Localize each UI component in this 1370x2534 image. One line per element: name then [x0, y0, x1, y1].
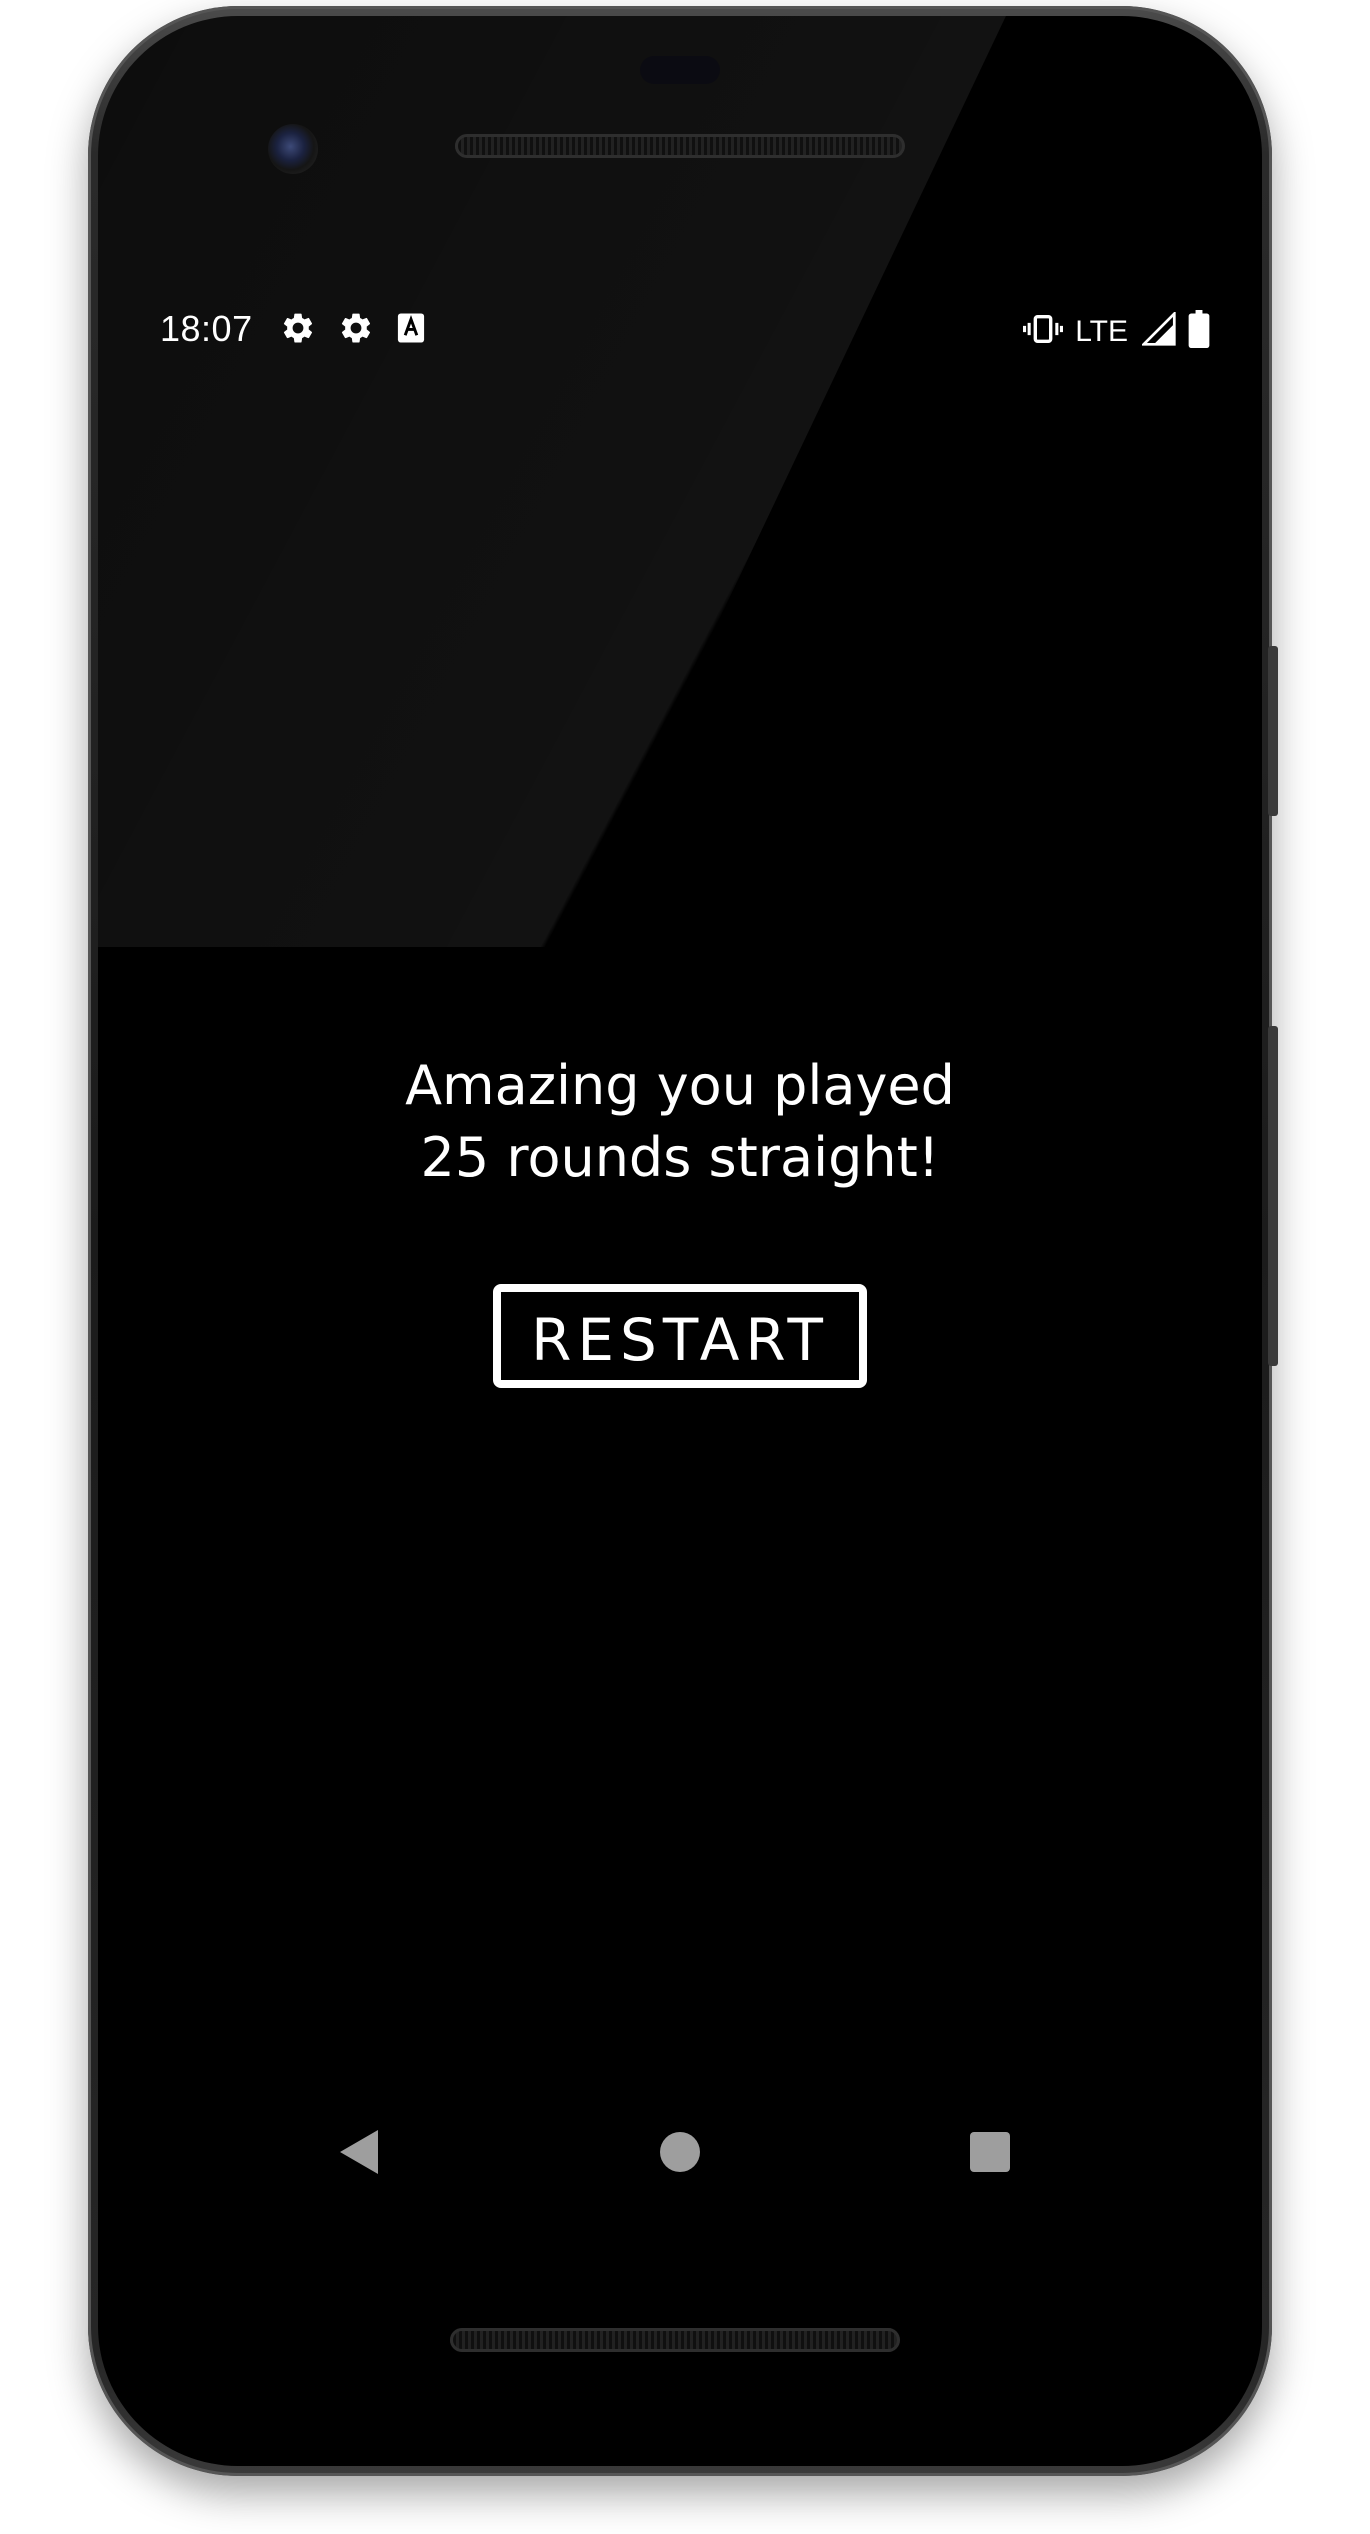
gear-icon — [280, 310, 316, 351]
home-icon[interactable] — [660, 2132, 700, 2172]
signal-icon — [1140, 310, 1176, 351]
volume-rocker — [1268, 1026, 1278, 1366]
result-message-line-2: 25 rounds straight! — [420, 1126, 940, 1189]
result-message: Amazing you played 25 rounds straight! — [150, 1050, 1210, 1194]
status-bar: 18:07 LTE — [160, 300, 1210, 360]
accessibility-a-icon — [396, 312, 426, 349]
power-button — [1268, 646, 1278, 816]
network-type-label: LTE — [1075, 314, 1128, 348]
gear-icon — [338, 310, 374, 351]
status-time: 18:07 — [160, 308, 253, 349]
proximity-sensor — [640, 56, 720, 84]
front-camera — [268, 124, 318, 174]
battery-icon — [1188, 310, 1210, 353]
vibrate-icon — [1023, 313, 1064, 350]
bottom-speaker-grille — [450, 2328, 900, 2352]
restart-button[interactable]: RESTART — [493, 1284, 867, 1388]
recents-icon[interactable] — [970, 2132, 1010, 2172]
back-icon[interactable] — [340, 2130, 378, 2174]
system-icons: LTE — [1023, 310, 1210, 353]
result-message-line-1: Amazing you played — [405, 1054, 955, 1117]
game-over-panel: Amazing you played 25 rounds straight! R… — [150, 1050, 1210, 1388]
navigation-bar — [330, 2120, 1030, 2190]
top-speaker-grille — [455, 134, 905, 158]
notification-icons — [280, 310, 426, 351]
